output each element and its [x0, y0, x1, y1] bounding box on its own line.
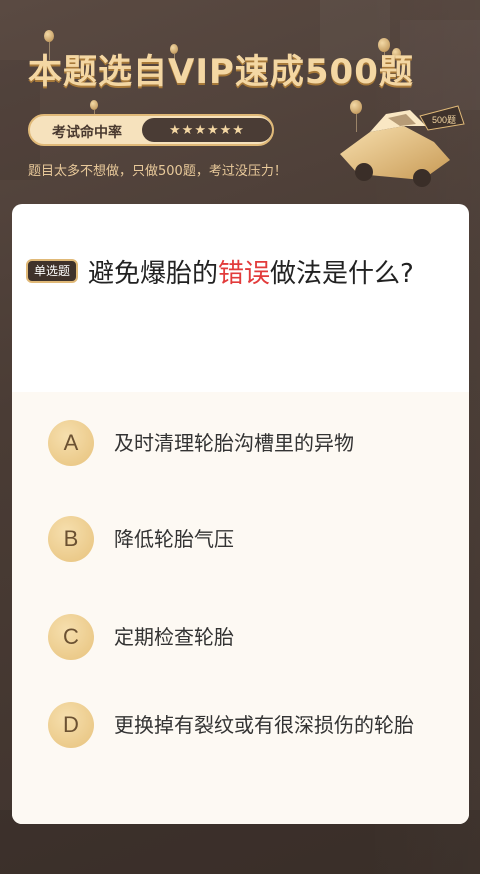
option-c-letter: C	[48, 614, 94, 660]
option-a-letter: A	[48, 420, 94, 466]
option-b-text: 降低轮胎气压	[114, 527, 234, 551]
banner-title: 本题选自VIP速成500题	[28, 52, 414, 92]
option-b-letter: B	[48, 516, 94, 562]
option-a-text: 及时清理轮胎沟槽里的异物	[114, 431, 354, 455]
option-c-text: 定期检查轮胎	[114, 625, 234, 649]
option-d-letter: D	[48, 702, 94, 748]
option-a[interactable]: A 及时清理轮胎沟槽里的异物	[48, 420, 448, 466]
single-choice-tag: 单选题	[26, 258, 79, 283]
options-list: A 及时清理轮胎沟槽里的异物 B 降低轮胎气压 C 定期检查轮胎 D 更换掉有裂…	[12, 392, 469, 824]
option-c[interactable]: C 定期检查轮胎	[48, 614, 448, 660]
vip-banner[interactable]: 本题选自VIP速成500题 考试命中率 ★★★★★★ 题目太多不想做，只做500…	[0, 0, 480, 200]
option-d-text: 更换掉有裂纹或有很深损伤的轮胎	[114, 713, 414, 737]
car-illustration-icon: 500题	[340, 105, 465, 187]
star-rating: ★★★★★★	[142, 118, 272, 142]
question-text: 单选题 避免爆胎的错误做法是什么?	[26, 254, 446, 294]
question-card: 单选题 避免爆胎的错误做法是什么? A 及时清理轮胎沟槽里的异物 B 降低轮胎气压…	[12, 204, 469, 824]
question-highlight: 错误	[218, 259, 271, 289]
question-text-part1: 避免爆胎的	[88, 259, 219, 289]
question-text-part2: 做法是什么?	[270, 259, 414, 289]
car-badge-text: 500题	[432, 115, 456, 125]
option-b[interactable]: B 降低轮胎气压	[48, 516, 448, 562]
hit-rate-label: 考试命中率	[52, 125, 122, 141]
banner-subtitle: 题目太多不想做，只做500题，考过没压力！	[28, 164, 287, 179]
option-d[interactable]: D 更换掉有裂纹或有很深损伤的轮胎	[48, 702, 448, 748]
hit-rate-pill: 考试命中率 ★★★★★★	[28, 114, 274, 146]
